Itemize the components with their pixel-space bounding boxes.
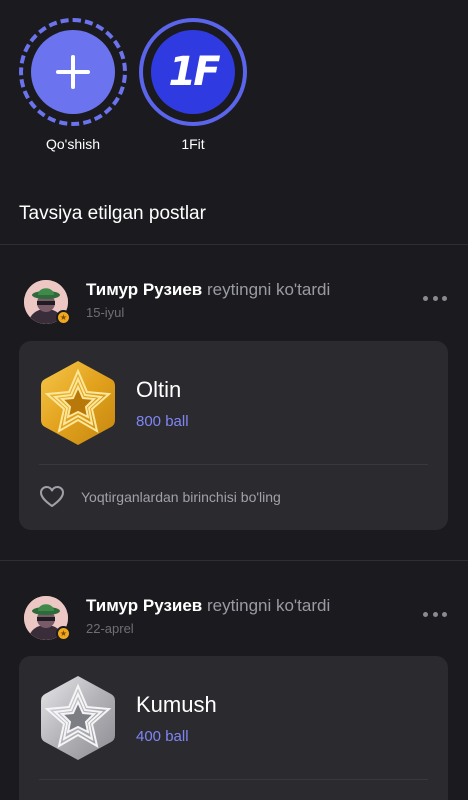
post-date: 15-iyul bbox=[86, 305, 125, 320]
card-divider bbox=[39, 464, 428, 465]
story-add-ring[interactable] bbox=[19, 18, 127, 126]
author-name[interactable]: Тимур Рузиев bbox=[86, 280, 202, 299]
post-card: ★ Тимур Рузиев reytingni ko'tardi 22-apr… bbox=[0, 596, 468, 800]
author-name[interactable]: Тимур Рузиев bbox=[86, 596, 202, 615]
more-options-icon[interactable] bbox=[423, 296, 447, 302]
medal-points: 400 ball bbox=[136, 728, 189, 745]
post-action: reytingni ko'tardi bbox=[207, 596, 331, 615]
medal-points: 800 ball bbox=[136, 413, 189, 430]
1fit-logo-text: 1F bbox=[168, 49, 220, 95]
post-card: ★ Тимур Рузиев reytingni ko'tardi 15-iyu… bbox=[0, 280, 468, 550]
post-divider bbox=[0, 560, 468, 561]
more-options-icon[interactable] bbox=[423, 612, 447, 618]
section-title: Tavsiya etilgan postlar bbox=[19, 203, 206, 224]
post-action: reytingni ko'tardi bbox=[207, 280, 331, 299]
stories-bar: Qo'shish 1F 1Fit bbox=[0, 0, 468, 175]
post-header: Тимур Рузиев reytingni ko'tardi bbox=[86, 596, 330, 616]
1fit-logo: 1F bbox=[151, 30, 235, 114]
add-story-button[interactable] bbox=[31, 30, 115, 114]
silver-medal-icon bbox=[41, 676, 115, 760]
rank-badge-icon: ★ bbox=[56, 310, 71, 325]
story-1fit-ring[interactable]: 1F bbox=[139, 18, 247, 126]
card-divider bbox=[39, 779, 428, 780]
story-label-add: Qo'shish bbox=[45, 136, 101, 152]
post-date: 22-aprel bbox=[86, 621, 134, 636]
rank-badge-icon: ★ bbox=[56, 626, 71, 641]
post-header: Тимур Рузиев reytingni ko'tardi bbox=[86, 280, 330, 300]
achievement-card[interactable]: Oltin 800 ball Yoqtirganlardan birinchis… bbox=[19, 341, 448, 530]
gold-medal-icon bbox=[41, 361, 115, 445]
story-label-1fit: 1Fit bbox=[181, 136, 205, 152]
heart-icon[interactable] bbox=[39, 485, 65, 509]
medal-title: Oltin bbox=[136, 377, 182, 402]
medal-title: Kumush bbox=[136, 692, 217, 717]
like-row[interactable]: Yoqtirganlardan birinchisi bo'ling bbox=[39, 485, 281, 509]
plus-icon bbox=[56, 55, 90, 89]
achievement-card[interactable]: Kumush 400 ball bbox=[19, 656, 448, 800]
story-add[interactable]: Qo'shish bbox=[18, 18, 128, 152]
section-divider bbox=[0, 244, 468, 245]
like-prompt: Yoqtirganlardan birinchisi bo'ling bbox=[81, 489, 281, 505]
story-1fit[interactable]: 1F 1Fit bbox=[138, 18, 248, 152]
